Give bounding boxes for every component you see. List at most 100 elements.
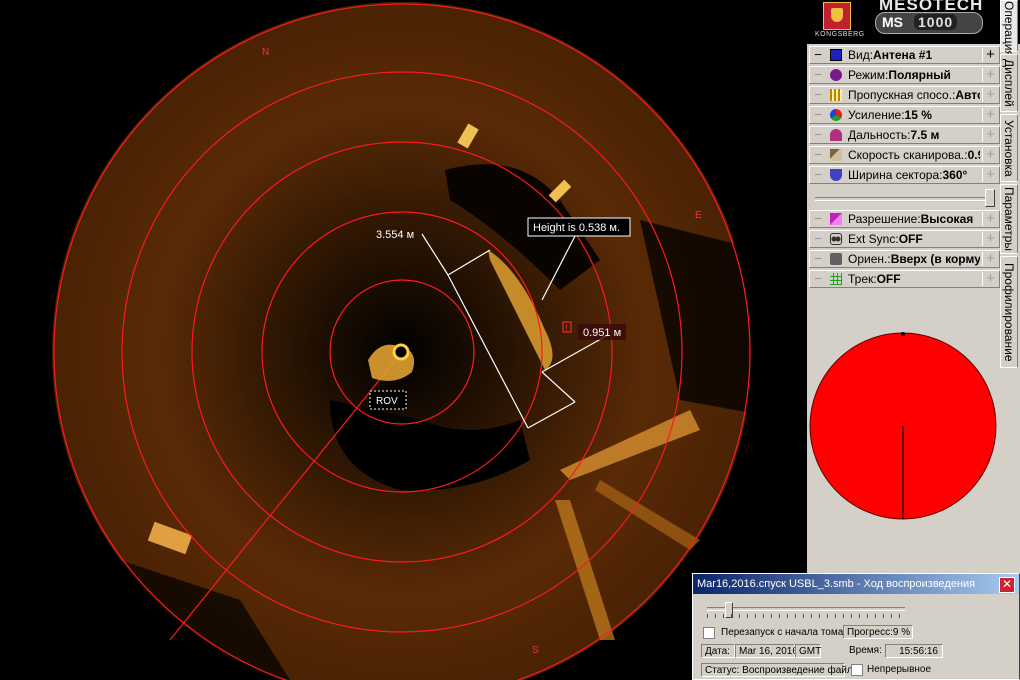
setting-value: 15 % [904,108,932,122]
playback-title: Mar16,2016.спуск USBL_3.smb - Ход воспро… [693,574,1019,594]
expand-icon[interactable]: + [982,107,998,122]
setting-value: 0.9 [967,148,980,162]
continuous-label: Непрерывное [867,664,932,675]
expand-icon[interactable]: + [982,271,998,286]
collapse-icon[interactable]: − [812,88,824,101]
expand-icon[interactable]: + [982,147,998,162]
brand-model-badge: MS 1000 [875,12,983,34]
setting-label: Ширина сектора: [848,168,943,182]
timezone-field: GMT [795,644,821,658]
collapse-icon[interactable]: − [812,252,824,265]
expand-icon[interactable]: + [982,211,998,226]
gain-icon [830,109,842,121]
slider-thumb[interactable] [985,189,995,207]
expand-icon[interactable]: + [982,251,998,266]
brand-model-prefix: MS [882,14,903,30]
resolution-icon [830,213,842,225]
expand-icon[interactable]: + [982,67,998,82]
tab-display[interactable]: Дисплей [1000,54,1018,112]
setting-label: Трек: [848,272,877,286]
track-icon [830,273,842,285]
status-label: Статус: [705,665,740,676]
expand-icon[interactable]: + [982,167,998,182]
setting-value: 7.5 м [910,128,940,142]
setting-value: OFF [898,232,923,246]
setting-value: Вверх (в корму) [890,252,980,266]
compass-mark-east: E [695,210,702,221]
setting-scan-speed[interactable]: − Скорость сканирова.:0.9 + [809,146,1000,164]
setting-label: Вид: [848,48,874,62]
setting-label: Режим: [848,68,889,82]
continuous-checkbox[interactable] [851,664,863,676]
setting-value: Полярный [888,68,951,82]
sonar-display[interactable]: N E S 3.554 м Height is 0.538 м. ! 0.951… [0,0,807,680]
status-value: Воспроизведение файла [742,665,859,676]
time-value: 15:56:16 [899,646,938,657]
collapse-icon[interactable]: − [812,272,824,285]
rov-label: ROV [376,396,398,407]
setting-sector-width[interactable]: − Ширина сектора:360° + [809,166,1000,184]
heading-compass [809,332,997,520]
setting-value: Антена #1 [873,48,933,62]
tab-profiling[interactable]: Профилирование [1000,256,1018,368]
setting-label: Ext Sync: [848,232,899,246]
tab-operation[interactable]: Операция [1000,0,1018,57]
setting-bandwidth[interactable]: − Пропускная спосо.:Авто + [809,86,1000,104]
setting-label: Дальность: [848,128,911,142]
close-icon[interactable]: ✕ [999,577,1015,593]
collapse-icon[interactable]: − [812,108,824,121]
progress-value: 9 % [892,627,911,638]
setting-label: Скорость сканирова.: [848,148,968,162]
date-field: Дата: [701,644,735,658]
range-marker: ! [565,323,568,333]
range-value-label: 0.951 м [583,327,621,339]
playback-slider-ticks [707,614,907,618]
collapse-icon[interactable]: − [812,128,824,141]
progress-field: Прогресс:9 % [843,625,913,639]
tab-parameters[interactable]: Параметры [1000,184,1018,254]
expand-icon[interactable]: + [982,87,998,102]
setting-view[interactable]: − Вид:Антена #1 + [809,46,1000,64]
collapse-icon[interactable]: − [812,168,824,181]
compass-mark-south: S [532,645,539,656]
sector-icon [830,169,842,181]
circle-icon [830,69,842,81]
sonar-head-icon [392,343,410,361]
compass-mark-north: N [262,47,269,58]
sector-width-slider[interactable] [809,186,1000,208]
date-label: Дата: [705,646,730,657]
collapse-icon[interactable]: − [812,148,824,161]
expand-icon[interactable]: + [982,47,998,62]
range-icon [830,129,842,141]
expand-icon[interactable]: + [982,231,998,246]
setting-resolution[interactable]: − Разрешение:Высокая + [809,210,1000,228]
setting-track[interactable]: − Трек:OFF + [809,270,1000,288]
time-label: Время: [849,645,882,656]
speed-icon [830,149,842,161]
setting-mode[interactable]: − Режим:Полярный + [809,66,1000,84]
collapse-icon[interactable]: − [812,212,824,225]
restart-checkbox[interactable] [703,627,715,639]
expand-icon[interactable]: + [982,127,998,142]
collapse-icon[interactable]: − [812,48,824,61]
restart-label: Перезапуск с начала тома [721,627,844,638]
square-icon [830,49,842,61]
timezone: GMT [799,646,822,657]
setting-range[interactable]: − Дальность:7.5 м + [809,126,1000,144]
setting-ext-sync[interactable]: − Ext Sync:OFF + [809,230,1000,248]
orientation-icon [830,253,842,265]
setting-value: Авто [955,88,980,102]
brand-company: KONGSBERG [815,31,865,38]
slider-track [815,197,989,201]
setting-label: Пропускная спосо.: [848,88,956,102]
progress-label: Прогресс: [847,627,893,638]
height-callout: Height is 0.538 м. [533,222,620,234]
playback-slider-track [707,607,905,611]
collapse-icon[interactable]: − [812,232,824,245]
status-field: Статус: Воспроизведение файла [701,663,858,677]
measure-length-label: 3.554 м [376,229,414,241]
tab-setup[interactable]: Установка [1000,114,1018,182]
setting-gain[interactable]: − Усиление:15 % + [809,106,1000,124]
collapse-icon[interactable]: − [812,68,824,81]
setting-orientation[interactable]: − Ориен.:Вверх (в корму) + [809,250,1000,268]
